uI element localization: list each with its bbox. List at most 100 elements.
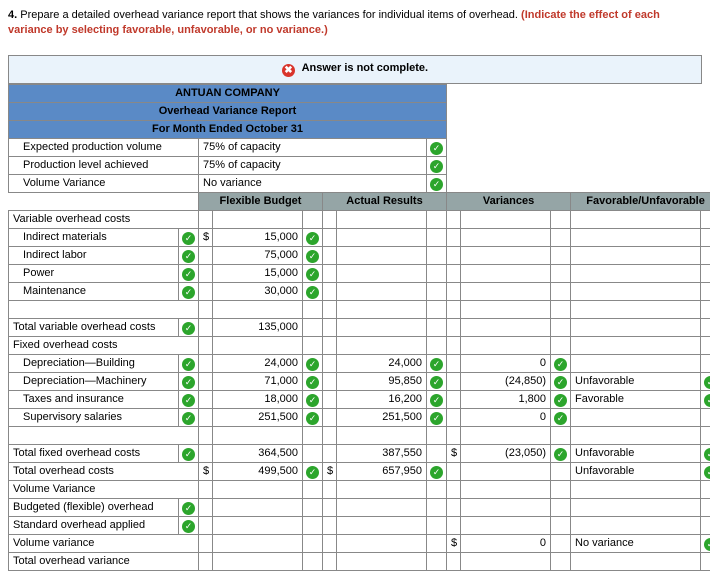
check-icon [303, 228, 323, 246]
check-icon [427, 408, 447, 426]
row-label[interactable]: Budgeted (flexible) overhead [9, 498, 179, 516]
check-icon [179, 228, 199, 246]
flex-amount[interactable]: 18,000 [213, 390, 303, 408]
fu-select[interactable]: Favorable [571, 390, 701, 408]
check-icon [303, 390, 323, 408]
row-value[interactable]: 75% of capacity [199, 156, 427, 174]
row-label: Production level achieved [9, 156, 199, 174]
row-label: Total fixed overhead costs [9, 444, 179, 462]
flex-amount: 364,500 [213, 444, 303, 462]
check-icon [179, 282, 199, 300]
actual-amount[interactable]: 95,850 [337, 372, 427, 390]
section-header: Variable overhead costs [9, 210, 199, 228]
check-icon [179, 390, 199, 408]
col-flex: Flexible Budget [199, 192, 323, 210]
flex-amount[interactable]: 75,000 [213, 246, 303, 264]
variance-amount: 0 [461, 408, 551, 426]
check-icon [179, 318, 199, 336]
variance-report-table: ANTUAN COMPANY Overhead Variance Report … [8, 84, 710, 571]
fu-select[interactable]: Unfavorable [571, 462, 701, 480]
flex-amount[interactable]: 24,000 [213, 354, 303, 372]
flex-amount[interactable]: 15,000 [213, 228, 303, 246]
variance-amount: 0 [461, 534, 551, 552]
flex-amount[interactable]: 251,500 [213, 408, 303, 426]
question-text: 4. Prepare a detailed overhead variance … [8, 8, 702, 39]
check-icon [701, 390, 710, 408]
row-label[interactable]: Taxes and insurance [9, 390, 179, 408]
check-icon [179, 516, 199, 534]
check-icon [551, 390, 571, 408]
row-value[interactable]: No variance [199, 174, 427, 192]
check-icon [427, 354, 447, 372]
row-label[interactable]: Standard overhead applied [9, 516, 179, 534]
col-fu: Favorable/Unfavorable [571, 192, 710, 210]
row-label[interactable]: Indirect labor [9, 246, 179, 264]
check-icon [551, 444, 571, 462]
row-label[interactable]: Depreciation—Machinery [9, 372, 179, 390]
check-icon [427, 156, 447, 174]
check-icon [303, 462, 323, 480]
actual-amount: 657,950 [337, 462, 427, 480]
check-icon [303, 282, 323, 300]
actual-amount[interactable]: 251,500 [337, 408, 427, 426]
section-header: Fixed overhead costs [9, 336, 199, 354]
check-icon [303, 354, 323, 372]
currency: $ [323, 462, 337, 480]
row-label: Volume variance [9, 534, 199, 552]
row-label: Volume Variance [9, 174, 199, 192]
section-header: Volume Variance [9, 480, 199, 498]
row-label: Total variable overhead costs [9, 318, 179, 336]
flex-amount: 135,000 [213, 318, 303, 336]
row-label[interactable]: Power [9, 264, 179, 282]
error-icon: ✖ [282, 64, 295, 77]
check-icon [179, 444, 199, 462]
report-title: Overhead Variance Report [9, 102, 447, 120]
check-icon [179, 408, 199, 426]
col-variances: Variances [447, 192, 571, 210]
actual-amount: 387,550 [337, 444, 427, 462]
row-label[interactable]: Depreciation—Building [9, 354, 179, 372]
check-icon [427, 174, 447, 192]
check-icon [179, 354, 199, 372]
actual-amount[interactable]: 16,200 [337, 390, 427, 408]
check-icon [427, 372, 447, 390]
row-label[interactable]: Indirect materials [9, 228, 179, 246]
variance-amount: 0 [461, 354, 551, 372]
currency: $ [199, 228, 213, 246]
flex-amount[interactable]: 30,000 [213, 282, 303, 300]
check-icon [701, 372, 710, 390]
variance-amount: (24,850) [461, 372, 551, 390]
completion-banner: ✖ Answer is not complete. [8, 55, 702, 84]
row-label[interactable]: Maintenance [9, 282, 179, 300]
check-icon [551, 408, 571, 426]
banner-text: Answer is not complete. [302, 62, 429, 74]
check-icon [303, 408, 323, 426]
check-icon [179, 246, 199, 264]
row-label[interactable]: Supervisory salaries [9, 408, 179, 426]
company-header: ANTUAN COMPANY [9, 84, 447, 102]
period-header: For Month Ended October 31 [9, 120, 447, 138]
variance-amount: (23,050) [461, 444, 551, 462]
check-icon [551, 372, 571, 390]
check-icon [427, 138, 447, 156]
col-actual: Actual Results [323, 192, 447, 210]
flex-amount: 499,500 [213, 462, 303, 480]
check-icon [179, 264, 199, 282]
fu-select[interactable]: Unfavorable [571, 444, 701, 462]
check-icon [701, 444, 710, 462]
currency: $ [447, 444, 461, 462]
fu-select[interactable]: Unfavorable [571, 372, 701, 390]
check-icon [303, 372, 323, 390]
flex-amount[interactable]: 71,000 [213, 372, 303, 390]
row-value[interactable]: 75% of capacity [199, 138, 427, 156]
question-number: 4. [8, 9, 17, 21]
actual-amount[interactable]: 24,000 [337, 354, 427, 372]
flex-amount[interactable]: 15,000 [213, 264, 303, 282]
check-icon [303, 246, 323, 264]
currency: $ [447, 534, 461, 552]
check-icon [427, 390, 447, 408]
row-label: Total overhead costs [9, 462, 199, 480]
row-label: Expected production volume [9, 138, 199, 156]
fu-select[interactable]: No variance [571, 534, 701, 552]
variance-amount: 1,800 [461, 390, 551, 408]
